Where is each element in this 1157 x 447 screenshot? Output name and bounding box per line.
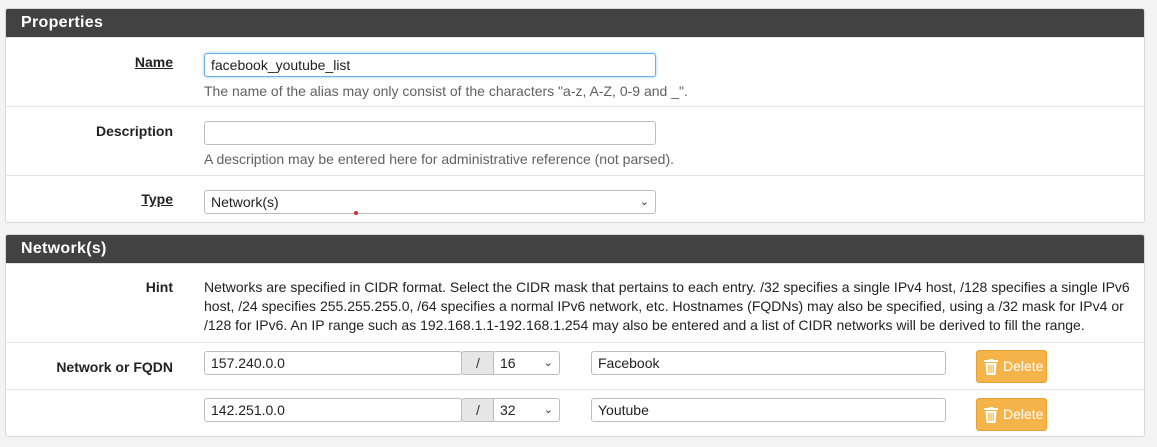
description-label: Description [95,123,173,139]
type-select[interactable]: Network(s) ⌄ [204,190,656,214]
trash-icon [984,407,998,423]
cidr-slash: / [461,351,494,375]
properties-panel: Properties Name The name of the alias ma… [5,8,1145,223]
hint-label: Hint [145,279,173,295]
delete-button[interactable]: Delete [976,398,1047,431]
network-description-input[interactable] [591,351,946,375]
name-help: The name of the alias may only consist o… [204,83,688,99]
cidr-mask-value: 16 [500,355,516,371]
cidr-mask-select[interactable]: 32 ⌄ [493,398,560,422]
hint-row: Hint Networks are specified in CIDR form… [6,263,1144,342]
chevron-down-icon: ⌄ [639,196,649,208]
network-address-input[interactable] [204,398,462,422]
name-row: Name The name of the alias may only cons… [6,37,1144,106]
chevron-down-icon: ⌄ [543,404,553,416]
name-input[interactable] [204,53,656,77]
networks-heading: Network(s) [6,235,1144,263]
cidr-slash: / [461,398,494,422]
type-label: Type [141,191,173,207]
delete-label: Delete [1003,406,1044,422]
type-select-value: Network(s) [211,194,279,210]
networks-panel: Network(s) Hint Networks are specified i… [5,234,1145,437]
name-label: Name [134,54,173,70]
properties-heading: Properties [6,9,1144,37]
network-description-input[interactable] [591,398,946,422]
hint-text: Networks are specified in CIDR format. S… [204,279,1130,333]
cidr-mask-value: 32 [500,402,516,418]
network-address-input[interactable] [204,351,462,375]
network-row-2: / 32 ⌄ Delete [6,389,1144,436]
description-row: Description A description may be entered… [6,106,1144,175]
cidr-mask-select[interactable]: 16 ⌄ [493,351,560,375]
delete-button[interactable]: Delete [976,350,1047,383]
network-row-label: Network or FQDN [56,359,173,375]
chevron-down-icon: ⌄ [543,357,553,369]
cursor-dot [354,211,358,215]
type-row: Type Network(s) ⌄ [6,175,1144,222]
delete-label: Delete [1003,358,1044,374]
description-help: A description may be entered here for ad… [204,151,675,167]
trash-icon [984,359,998,375]
description-input[interactable] [204,121,656,145]
network-row-1: Network or FQDN / 16 ⌄ Delete [6,342,1144,389]
